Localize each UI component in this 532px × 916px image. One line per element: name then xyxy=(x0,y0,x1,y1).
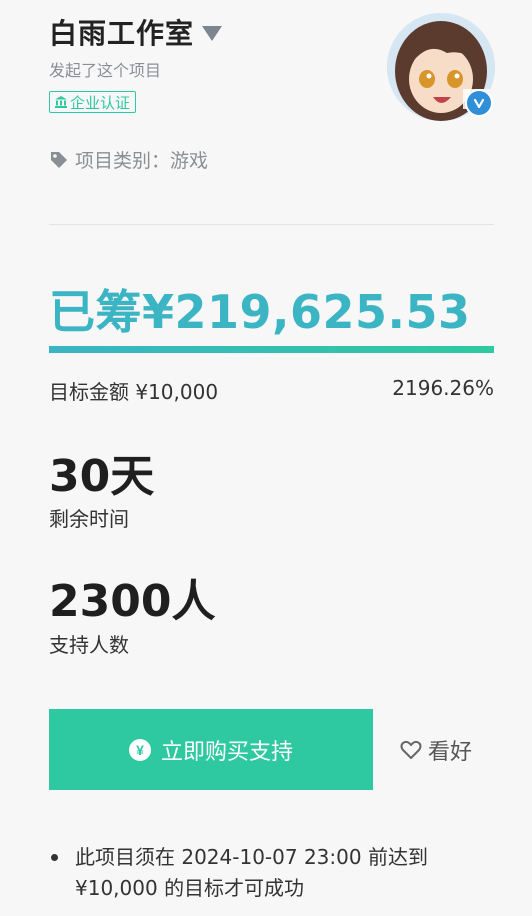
backers-count-label: 支持人数 xyxy=(49,633,129,657)
bullet xyxy=(51,854,58,861)
deadline-notice: 此项目须在 2024-10-07 23:00 前达到 ¥10,000 的目标才可… xyxy=(49,842,428,904)
funding-percent: 2196.26% xyxy=(392,376,494,400)
project-category[interactable]: 项目类别：游戏 xyxy=(49,146,208,173)
progress-fill xyxy=(49,346,494,353)
category-label: 项目类别：游戏 xyxy=(75,150,209,172)
creator-name[interactable]: 白雨工作室 xyxy=(49,12,194,52)
divider xyxy=(49,224,494,225)
funding-progress-bar xyxy=(49,346,494,353)
creator-row[interactable]: 白雨工作室 xyxy=(49,12,223,52)
days-remaining-label: 剩余时间 xyxy=(49,507,129,531)
raised-amount: 已筹¥219,625.53 xyxy=(49,285,471,339)
creator-subtitle: 发起了这个项目 xyxy=(49,61,162,80)
verified-check-icon xyxy=(465,89,493,117)
buy-support-label: 立即购买支持 xyxy=(160,738,293,764)
caret-down-icon[interactable] xyxy=(202,25,223,41)
goal-amount: 目标金额 ¥10,000 xyxy=(49,380,219,404)
project-info-panel: 白雨工作室 发起了这个项目 企业认证 项目类别：游戏 已筹¥219,625.53… xyxy=(49,0,495,916)
tag-icon xyxy=(51,151,67,168)
heart-outline-icon xyxy=(400,740,422,759)
favorite-button[interactable]: 看好 xyxy=(400,734,472,766)
yen-circle-icon: ¥ xyxy=(128,738,151,761)
favorite-label: 看好 xyxy=(428,740,473,765)
days-remaining-value: 30天 xyxy=(49,451,155,502)
bank-icon xyxy=(55,96,67,108)
badge-label: 企业认证 xyxy=(70,93,131,112)
goal-row: 目标金额 ¥10,000 2196.26% xyxy=(49,376,494,405)
backers-count-value: 2300人 xyxy=(49,576,216,627)
buy-support-button[interactable]: ¥ 立即购买支持 xyxy=(49,709,373,790)
notice-line-1: 此项目须在 2024-10-07 23:00 前达到 xyxy=(75,845,428,869)
notice-line-2: ¥10,000 的目标才可成功 xyxy=(75,876,305,900)
enterprise-badge: 企业认证 xyxy=(49,91,137,113)
